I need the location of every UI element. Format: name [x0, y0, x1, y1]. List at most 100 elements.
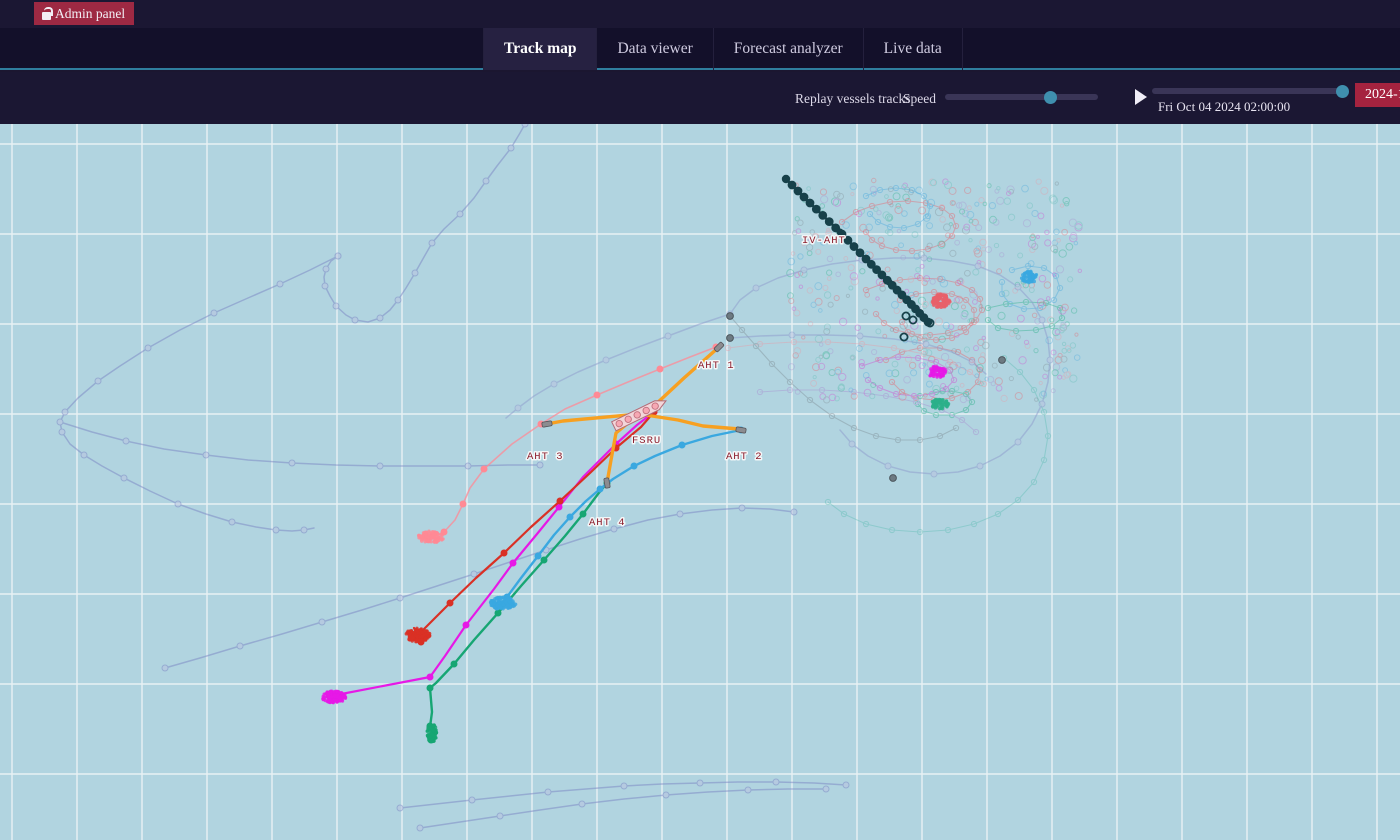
- iv-aht-node[interactable]: [818, 210, 828, 220]
- faint-track-node: [276, 280, 284, 288]
- cluster-node: [910, 369, 918, 377]
- map-canvas[interactable]: IV-AHT AHT 1 FSRU AHT 3 AHT 2 AHT 4: [0, 124, 1400, 840]
- faint-track-node: [664, 332, 672, 340]
- anchor-node[interactable]: [998, 356, 1006, 364]
- faint-track-node: [842, 781, 850, 789]
- vessel-track-node[interactable]: [426, 684, 434, 692]
- cluster-node: [837, 192, 845, 200]
- faint-track-node: [61, 408, 69, 416]
- vessel-track[interactable]: [637, 412, 741, 431]
- vessel-track-node[interactable]: [480, 465, 488, 473]
- play-button[interactable]: [1135, 89, 1147, 105]
- vessel-track-node[interactable]: [556, 497, 564, 505]
- iv-aht-node[interactable]: [793, 186, 803, 196]
- faint-track-node: [550, 380, 558, 388]
- iv-aht-node[interactable]: [805, 198, 815, 208]
- cluster-node: [993, 242, 1000, 249]
- tab-track-map[interactable]: Track map: [483, 28, 598, 70]
- iv-aht-node[interactable]: [824, 217, 834, 227]
- track-endpoint-node: [941, 299, 945, 304]
- cluster-node: [871, 177, 877, 184]
- iv-aht-node[interactable]: [811, 204, 821, 214]
- vessel-track-node[interactable]: [540, 556, 548, 564]
- anchor-node[interactable]: [889, 474, 897, 482]
- speed-slider[interactable]: [945, 90, 1098, 104]
- time-slider[interactable]: [1152, 84, 1349, 98]
- track-endpoint-node: [935, 365, 940, 370]
- cluster-node: [1022, 219, 1032, 228]
- admin-panel-label: Admin panel: [55, 6, 126, 21]
- tab-data-viewer[interactable]: Data viewer: [597, 28, 714, 70]
- cluster-node: [901, 210, 908, 217]
- cluster-node: [1042, 373, 1048, 380]
- iv-aht-node[interactable]: [849, 242, 859, 251]
- faint-track-node: [788, 331, 796, 339]
- track-endpoint-node: [415, 639, 419, 644]
- track-endpoint-node: [930, 369, 935, 374]
- vessel-track-node[interactable]: [678, 441, 686, 449]
- vessel-track-node[interactable]: [534, 552, 542, 560]
- vessel-track-node[interactable]: [509, 559, 517, 567]
- cluster-node: [810, 379, 818, 387]
- iv-aht-node[interactable]: [901, 311, 911, 321]
- vessel-track-node[interactable]: [450, 660, 458, 668]
- cluster-node: [929, 278, 936, 285]
- vessel-track-node[interactable]: [500, 549, 508, 557]
- vessel-track[interactable]: [327, 410, 656, 702]
- vessel-track-node[interactable]: [656, 365, 664, 373]
- vessel-track-node[interactable]: [462, 621, 470, 629]
- anchor-node[interactable]: [726, 334, 734, 342]
- faint-track: [59, 421, 541, 467]
- vessel-track-node[interactable]: [459, 500, 467, 508]
- cluster-node: [875, 328, 882, 335]
- track-endpoint-node: [938, 398, 942, 402]
- iv-aht-node[interactable]: [831, 223, 841, 233]
- cluster-node: [1000, 394, 1008, 403]
- cluster-node: [858, 358, 865, 366]
- cluster-node: [832, 198, 842, 207]
- vessel-track-node[interactable]: [446, 599, 454, 607]
- faint-track-node: [300, 526, 308, 534]
- faint-track-node: [800, 266, 808, 274]
- faint-track: [419, 788, 827, 829]
- vessel-track-node[interactable]: [630, 462, 638, 470]
- cluster-node: [894, 205, 903, 215]
- iv-aht-node[interactable]: [855, 248, 865, 258]
- cluster-node: [943, 223, 951, 232]
- vessel-track-node[interactable]: [593, 391, 601, 399]
- faint-track-node: [58, 428, 66, 436]
- cluster-node: [972, 299, 978, 305]
- time-slider-handle[interactable]: [1335, 84, 1349, 98]
- iv-aht-node[interactable]: [787, 180, 797, 190]
- faint-track-node: [922, 340, 930, 348]
- map-label-aht-3: AHT 3: [527, 451, 564, 463]
- faint-track-node: [744, 786, 752, 794]
- vessel-track-node[interactable]: [579, 510, 587, 518]
- vessel-track[interactable]: [428, 481, 609, 742]
- tab-live-data[interactable]: Live data: [864, 28, 963, 70]
- tug-marker[interactable]: [735, 426, 747, 434]
- cluster-node: [1057, 374, 1063, 380]
- cluster-node: [833, 294, 840, 302]
- vessel-track-node[interactable]: [596, 485, 604, 493]
- faint-track-node: [428, 239, 436, 247]
- track-endpoint-node: [426, 539, 430, 544]
- admin-panel-button[interactable]: Admin panel: [34, 2, 135, 25]
- vessel-track-node[interactable]: [426, 673, 434, 681]
- track-endpoint-node: [338, 699, 342, 703]
- vessel-track-node[interactable]: [566, 513, 574, 521]
- tug-marker[interactable]: [713, 341, 725, 353]
- cluster-node: [822, 352, 831, 360]
- faint-track-node: [848, 440, 856, 448]
- speed-slider-handle[interactable]: [1044, 90, 1058, 104]
- iv-aht-node[interactable]: [799, 192, 809, 202]
- faint-track-node: [376, 314, 384, 322]
- track-endpoint-node: [940, 293, 944, 297]
- cluster-node: [1061, 341, 1067, 347]
- tab-forecast-analyzer[interactable]: Forecast analyzer: [714, 28, 864, 70]
- faint-track-node: [470, 570, 478, 578]
- vessel-track-node[interactable]: [494, 609, 502, 617]
- anchor-node[interactable]: [726, 312, 734, 320]
- track-endpoint-node: [1025, 279, 1030, 283]
- faint-track-node: [1014, 283, 1022, 291]
